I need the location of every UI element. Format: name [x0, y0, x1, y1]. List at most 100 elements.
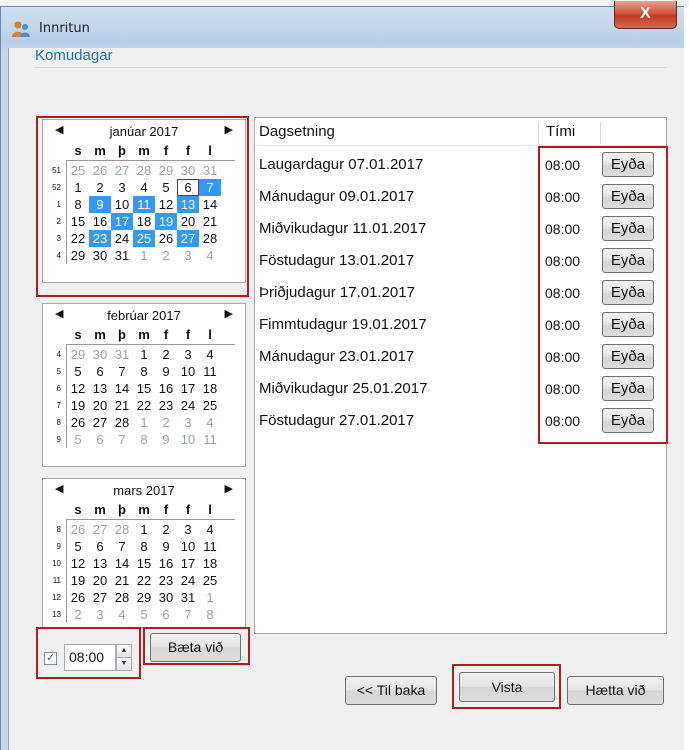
calendar-day[interactable]: 18: [133, 213, 155, 230]
calendar-day[interactable]: 10: [111, 196, 133, 213]
calendar-day[interactable]: 24: [177, 397, 199, 414]
calendar-day[interactable]: 7: [199, 179, 221, 196]
calendar-day[interactable]: 8: [67, 196, 89, 213]
calendar-day[interactable]: 2: [67, 606, 89, 623]
calendar-day[interactable]: 1: [133, 414, 155, 431]
calendar-day[interactable]: 26: [89, 162, 111, 179]
column-header-date[interactable]: Dagsetning: [259, 123, 335, 140]
calendar-day[interactable]: 14: [199, 196, 221, 213]
calendar-month-0[interactable]: ◀ janúar 2017 ▶ s m þ m f f l 51 25 26 27 28 29 30 31 52 1 2…: [42, 119, 246, 283]
calendar-day[interactable]: 22: [133, 572, 155, 589]
close-button[interactable]: X: [614, 1, 677, 29]
calendar-day[interactable]: 19: [67, 572, 89, 589]
calendar-day[interactable]: 30: [89, 247, 111, 264]
calendar-day[interactable]: 27: [89, 414, 111, 431]
calendar-day[interactable]: 14: [111, 380, 133, 397]
calendar-day[interactable]: 26: [67, 414, 89, 431]
calendar-day[interactable]: 15: [133, 555, 155, 572]
calendar-day[interactable]: 26: [67, 589, 89, 606]
calendar-day[interactable]: 9: [155, 538, 177, 555]
calendar-day[interactable]: 20: [177, 213, 199, 230]
calendar-day[interactable]: 13: [89, 380, 111, 397]
calendar-day[interactable]: 11: [199, 363, 221, 380]
calendar-day[interactable]: 31: [177, 589, 199, 606]
calendar-day[interactable]: 23: [155, 397, 177, 414]
calendar-day[interactable]: 23: [155, 572, 177, 589]
calendar-day[interactable]: 9: [155, 431, 177, 448]
calendar-day[interactable]: 25: [67, 162, 89, 179]
calendar-day[interactable]: 3: [89, 606, 111, 623]
calendar-day[interactable]: 1: [133, 346, 155, 363]
arrival-list[interactable]: Dagsetning Tími Laugardagur 07.01.2017 08…: [254, 117, 667, 634]
calendar-day[interactable]: 28: [111, 589, 133, 606]
time-spin-down[interactable]: ▼: [116, 657, 132, 671]
calendar-day[interactable]: 6: [177, 179, 199, 196]
calendar-day[interactable]: 8: [133, 538, 155, 555]
calendar-day[interactable]: 6: [89, 363, 111, 380]
next-month-icon[interactable]: ▶: [225, 307, 233, 320]
calendar-day[interactable]: 6: [155, 606, 177, 623]
calendar-day[interactable]: 16: [89, 213, 111, 230]
calendar-day[interactable]: 9: [155, 363, 177, 380]
delete-button[interactable]: Eyða: [602, 152, 654, 177]
calendar-day[interactable]: 5: [133, 606, 155, 623]
calendar-day[interactable]: 8: [133, 363, 155, 380]
calendar-day[interactable]: 8: [133, 431, 155, 448]
calendar-day[interactable]: 30: [155, 589, 177, 606]
calendar-day[interactable]: 23: [89, 230, 111, 247]
calendar-day[interactable]: 1: [133, 521, 155, 538]
calendar-day[interactable]: 19: [67, 397, 89, 414]
next-month-icon[interactable]: ▶: [225, 482, 233, 495]
calendar-day[interactable]: 28: [111, 521, 133, 538]
calendar-day[interactable]: 12: [155, 196, 177, 213]
calendar-day[interactable]: 28: [133, 162, 155, 179]
calendar-day[interactable]: 26: [67, 521, 89, 538]
time-spin-up[interactable]: ▲: [116, 644, 132, 658]
delete-button[interactable]: Eyða: [602, 376, 654, 401]
calendar-day[interactable]: 21: [111, 572, 133, 589]
calendar-day[interactable]: 4: [199, 346, 221, 363]
calendar-day[interactable]: 1: [199, 589, 221, 606]
calendar-day[interactable]: 29: [155, 162, 177, 179]
calendar-day[interactable]: 7: [111, 363, 133, 380]
calendar-day[interactable]: 29: [133, 589, 155, 606]
calendar-day[interactable]: 28: [111, 414, 133, 431]
calendar-day[interactable]: 14: [111, 555, 133, 572]
calendar-day[interactable]: 16: [155, 555, 177, 572]
calendar-day[interactable]: 3: [177, 414, 199, 431]
calendar-day[interactable]: 11: [199, 538, 221, 555]
calendar-day[interactable]: 2: [155, 521, 177, 538]
calendar-day[interactable]: 27: [111, 162, 133, 179]
calendar-day[interactable]: 22: [133, 397, 155, 414]
delete-button[interactable]: Eyða: [602, 344, 654, 369]
calendar-day[interactable]: 10: [177, 431, 199, 448]
calendar-day[interactable]: 7: [111, 431, 133, 448]
calendar-day[interactable]: 3: [111, 179, 133, 196]
calendar-day[interactable]: 2: [155, 414, 177, 431]
delete-button[interactable]: Eyða: [602, 312, 654, 337]
calendar-day[interactable]: 3: [177, 521, 199, 538]
cancel-button[interactable]: Hætta við: [567, 676, 664, 705]
calendar-day[interactable]: 15: [67, 213, 89, 230]
calendar-day[interactable]: 1: [133, 247, 155, 264]
calendar-day[interactable]: 20: [89, 397, 111, 414]
calendar-day[interactable]: 24: [177, 572, 199, 589]
calendar-day[interactable]: 25: [133, 230, 155, 247]
calendar-day[interactable]: 4: [133, 179, 155, 196]
calendar-day[interactable]: 20: [89, 572, 111, 589]
column-header-time[interactable]: Tími: [546, 123, 575, 140]
calendar-day[interactable]: 7: [177, 606, 199, 623]
calendar-day[interactable]: 12: [67, 380, 89, 397]
calendar-day[interactable]: 2: [155, 346, 177, 363]
time-input[interactable]: 08:00: [64, 644, 116, 671]
calendar-day[interactable]: 11: [199, 431, 221, 448]
calendar-day[interactable]: 5: [155, 179, 177, 196]
calendar-day[interactable]: 9: [89, 196, 111, 213]
time-checkbox[interactable]: ✓: [44, 652, 57, 665]
calendar-day[interactable]: 2: [155, 247, 177, 264]
save-button[interactable]: Vista: [459, 672, 555, 702]
calendar-day[interactable]: 4: [199, 414, 221, 431]
calendar-day[interactable]: 30: [177, 162, 199, 179]
calendar-day[interactable]: 29: [67, 346, 89, 363]
calendar-day[interactable]: 3: [177, 247, 199, 264]
